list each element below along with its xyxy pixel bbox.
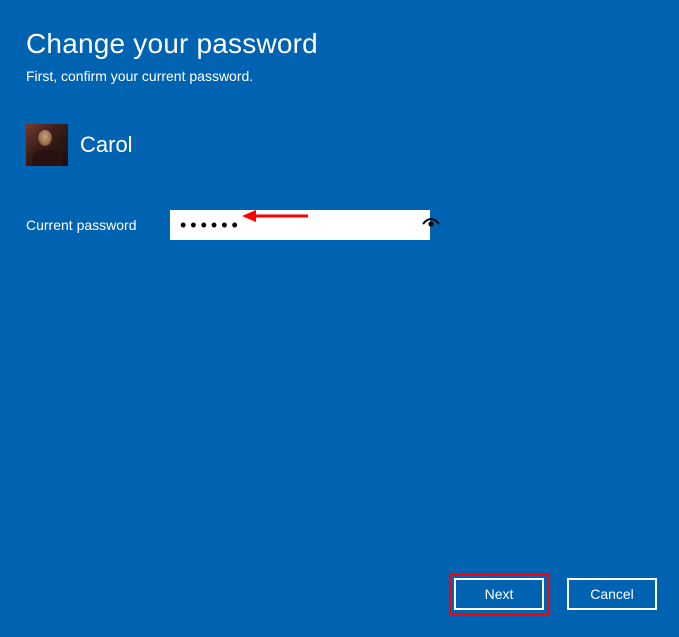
- eye-icon: [422, 216, 440, 234]
- user-name: Carol: [80, 132, 133, 158]
- dialog-content: Change your password First, confirm your…: [0, 0, 679, 268]
- user-avatar: [26, 124, 68, 166]
- password-input-wrapper: [170, 210, 430, 240]
- next-button[interactable]: Next: [454, 578, 544, 610]
- page-subtitle: First, confirm your current password.: [26, 68, 653, 84]
- current-password-input[interactable]: [170, 210, 422, 240]
- reveal-password-button[interactable]: [422, 210, 440, 240]
- user-info: Carol: [26, 124, 653, 166]
- password-field-row: Current password: [26, 210, 653, 240]
- next-button-highlight: Next: [449, 573, 549, 615]
- cancel-button[interactable]: Cancel: [567, 578, 657, 610]
- action-buttons: Next Cancel: [449, 573, 657, 615]
- current-password-label: Current password: [26, 217, 152, 233]
- page-title: Change your password: [26, 28, 653, 60]
